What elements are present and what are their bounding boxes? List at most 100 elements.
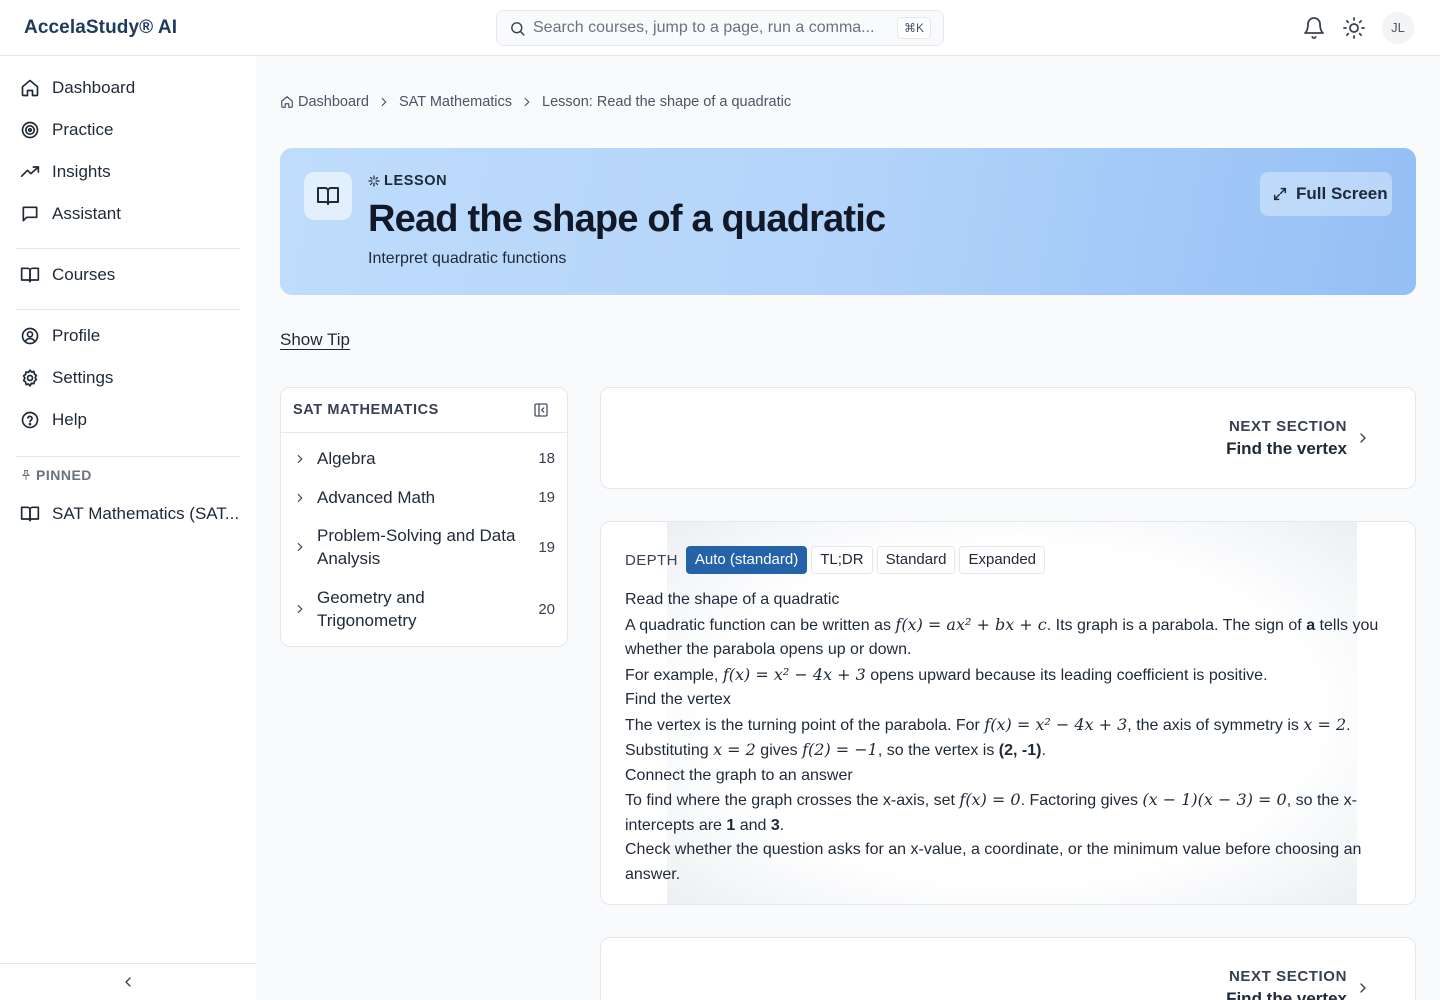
lesson-body: Read the shape of a quadratic A quadrati…	[625, 588, 1395, 887]
book-icon	[20, 267, 40, 283]
help-circle-icon	[21, 411, 39, 429]
sidebar-item-label: Profile	[52, 326, 101, 345]
outline-item-advanced-math[interactable]: Advanced Math 19	[293, 486, 555, 509]
search-input[interactable]	[533, 17, 889, 39]
target-icon	[21, 121, 39, 139]
user-circle-icon	[21, 327, 39, 345]
lesson-kicker: LESSON	[368, 173, 447, 189]
outline-item-count: 19	[538, 538, 555, 556]
sun-icon[interactable]	[1342, 16, 1366, 40]
lesson-content-card: DEPTH Auto (standard) TL;DR Standard Exp…	[600, 521, 1416, 905]
next-section-card[interactable]: NEXT SECTION Find the vertex	[600, 387, 1416, 489]
lesson-heading: Read the shape of a quadratic	[625, 591, 840, 608]
outline-item-count: 18	[538, 450, 555, 467]
user-avatar[interactable]: JL	[1382, 12, 1414, 44]
book-open-icon	[317, 187, 339, 205]
pinned-label: PINNED	[36, 467, 92, 483]
bell-icon[interactable]	[1302, 16, 1326, 40]
lesson-heading: Find the vertex	[625, 691, 731, 708]
lesson-paragraph: The vertex is the turning point of the p…	[625, 714, 1351, 760]
book-icon	[20, 506, 40, 522]
next-section-card-bottom[interactable]: NEXT SECTION Find the vertex	[600, 937, 1416, 1000]
brand-logo[interactable]: AccelaStudy® AI	[24, 17, 177, 39]
breadcrumb-current: Lesson: Read the shape of a quadratic	[542, 94, 792, 110]
gear-icon	[22, 369, 38, 387]
lesson-header: LESSON Read the shape of a quadratic Int…	[280, 148, 1416, 295]
trending-up-icon	[20, 166, 40, 177]
sidebar-item-insights[interactable]: Insights	[16, 154, 240, 190]
full-screen-button[interactable]: Full Screen	[1260, 172, 1392, 216]
sidebar-item-label: Courses	[52, 265, 116, 284]
math-expression: x = 2	[1303, 714, 1347, 734]
depth-option-standard[interactable]: Standard	[876, 546, 956, 574]
breadcrumb-dashboard[interactable]: Dashboard	[298, 94, 369, 110]
depth-option-tldr[interactable]: TL;DR	[811, 546, 873, 574]
page-title: Read the shape of a quadratic	[368, 198, 886, 240]
home-icon	[21, 79, 39, 97]
math-expression: f(x) = ax² + bx + c	[895, 614, 1047, 634]
sidebar-item-settings[interactable]: Settings	[16, 360, 240, 396]
next-section-kicker: NEXT SECTION	[1228, 418, 1347, 435]
sidebar-item-label: Practice	[52, 120, 114, 139]
chevron-right-icon	[1360, 433, 1366, 443]
lesson-paragraph: Check whether the question asks for an x…	[625, 841, 1362, 883]
sidebar-item-help[interactable]: Help	[16, 402, 240, 438]
sidebar-item-label: Insights	[52, 162, 111, 181]
depth-option-auto[interactable]: Auto (standard)	[685, 546, 808, 574]
outline-item-count: 19	[538, 489, 555, 506]
expand-icon	[1273, 187, 1287, 201]
breadcrumb-course[interactable]: SAT Mathematics	[399, 94, 512, 110]
lesson-paragraph: To find where the graph crosses the x-ax…	[625, 790, 1357, 834]
outline-item-count: 20	[538, 600, 555, 618]
next-section-title: Find the vertex	[1226, 439, 1347, 458]
shortcut-badge: ⌘K	[896, 17, 931, 39]
lesson-subtitle: Interpret quadratic functions	[368, 250, 567, 267]
lesson-kicker-label: LESSON	[384, 173, 448, 189]
sidebar-item-assistant[interactable]: Assistant	[16, 196, 240, 232]
sidebar-item-label: Dashboard	[52, 78, 136, 97]
math-expression: f(2) = −1	[802, 740, 878, 759]
outline-item-problem-solving[interactable]: Problem-Solving and Data Analysis 19	[293, 524, 555, 570]
sidebar-collapse-button[interactable]	[0, 963, 256, 1000]
sidebar-item-dashboard[interactable]: Dashboard	[16, 70, 240, 106]
depth-selector: DEPTH Auto (standard) TL;DR Standard Exp…	[625, 546, 1049, 574]
chevron-left-icon	[125, 977, 131, 987]
sidebar-item-profile[interactable]: Profile	[16, 318, 240, 354]
lesson-paragraph: For example, f(x) = x² − 4x + 3 opens up…	[625, 664, 1268, 684]
math-expression: f(x) = x² − 4x + 3	[984, 714, 1128, 734]
show-tip-link[interactable]: Show Tip	[280, 330, 350, 350]
outline-item-geometry[interactable]: Geometry and Trigonometry 20	[293, 586, 555, 632]
chevron-right-icon	[297, 493, 303, 502]
command-search[interactable]: ⌘K	[496, 10, 944, 46]
outline-item-label: Algebra	[317, 449, 376, 468]
lesson-paragraph: A quadratic function can be written as f…	[625, 614, 1379, 659]
pin-icon	[21, 470, 31, 480]
math-expression: (x − 1)(x − 3) = 0	[1142, 790, 1287, 809]
sidebar-item-label: Assistant	[52, 204, 121, 223]
sidebar-divider	[16, 456, 240, 457]
sidebar-item-practice[interactable]: Practice	[16, 112, 240, 148]
depth-label: DEPTH	[625, 551, 678, 569]
next-section-title: Find the vertex	[1226, 989, 1347, 1000]
top-bar: AccelaStudy® AI ⌘K JL	[0, 0, 1440, 56]
main-content: Dashboard SAT Mathematics Lesson: Read t…	[256, 56, 1440, 1000]
chat-icon	[22, 206, 38, 222]
panel-collapse-icon[interactable]	[533, 402, 549, 418]
depth-option-expanded[interactable]: Expanded	[959, 546, 1046, 574]
sidebar: Dashboard Practice Insights Assistant Co…	[0, 56, 256, 1000]
full-screen-label: Full Screen	[1296, 184, 1388, 203]
chevron-right-icon	[297, 542, 303, 552]
lesson-badge	[304, 172, 352, 220]
outline-item-label: Geometry and Trigonometry	[317, 588, 425, 630]
sidebar-divider	[16, 309, 240, 310]
sidebar-item-courses[interactable]: Courses	[16, 257, 240, 293]
pinned-heading: PINNED	[20, 467, 92, 483]
outline-item-label: Problem-Solving and Data Analysis	[317, 526, 516, 568]
sparkle-icon	[368, 175, 380, 187]
outline-item-algebra[interactable]: Algebra 18	[293, 447, 555, 470]
next-section-kicker: NEXT SECTION	[1228, 968, 1347, 985]
outline-item-label: Advanced Math	[317, 488, 436, 507]
sidebar-pinned-sat-mathematics[interactable]: SAT Mathematics (SAT...	[16, 496, 240, 532]
math-expression: x = 2	[713, 740, 756, 759]
sidebar-item-label: Settings	[52, 368, 114, 387]
